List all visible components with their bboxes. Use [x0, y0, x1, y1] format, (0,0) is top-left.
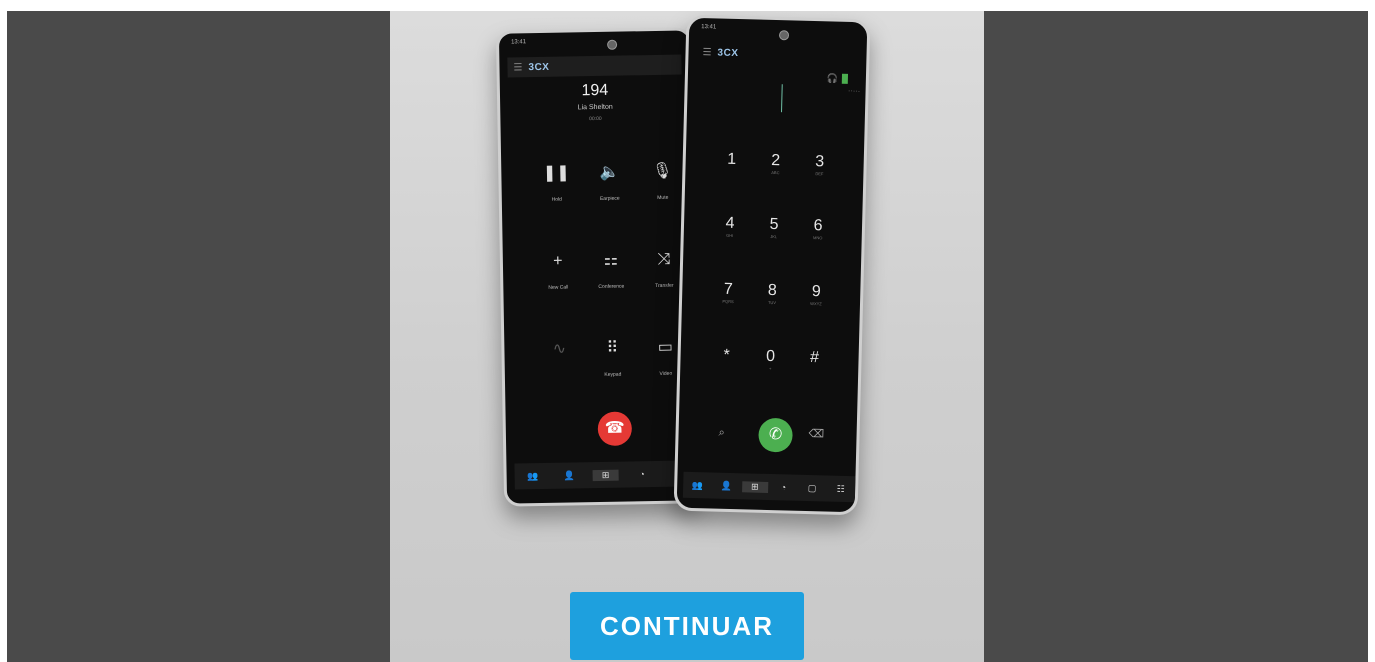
conference-icon: ⚏ — [603, 251, 619, 269]
keypad-icon: ⊞ — [750, 481, 759, 492]
nav-people[interactable]: 👥 — [520, 470, 546, 481]
earpiece-label: Earpiece — [599, 195, 620, 202]
nav-contacts[interactable]: 👤 — [713, 480, 739, 492]
nav-keypad[interactable]: ⊞ — [592, 469, 619, 481]
menu-icon[interactable]: ☰ — [702, 47, 711, 58]
phone-icon: ✆ — [768, 425, 783, 444]
nav-recents[interactable]: ◔ — [770, 482, 796, 493]
earpiece-button[interactable]: 🔈 Earpiece — [584, 161, 635, 202]
key-4[interactable]: 4 GHI — [710, 214, 751, 238]
keypad-icon: ⠿ — [606, 339, 619, 357]
status-line: - - - - - — [848, 87, 860, 94]
call-timer: 00:00 — [589, 115, 602, 123]
search-icon[interactable]: ⌕ — [718, 427, 724, 440]
app-logo: 3CX — [717, 47, 739, 59]
pause-icon: ❚❚ — [542, 164, 570, 182]
bottom-nav: 👥 👤 ⊞ ◔ ▢ — [514, 460, 697, 490]
keypad-icon: ⊞ — [601, 469, 610, 480]
voice-label — [535, 372, 585, 373]
key-star[interactable]: * — [706, 346, 746, 365]
nav-recents[interactable]: ◔ — [629, 469, 655, 479]
app-header: ☰ 3CX — [507, 54, 682, 78]
key-6[interactable]: 6 MNO — [798, 217, 839, 241]
conference-label: Conference — [598, 283, 625, 290]
app-header: ☰ 3CX — [696, 42, 858, 66]
clock-icon: ◔ — [639, 469, 645, 480]
conference-button[interactable]: ⚏ Conference — [586, 249, 637, 290]
status-indicator — [841, 73, 849, 84]
key-3[interactable]: 3 DEF — [799, 153, 840, 177]
nav-more[interactable]: ☷ — [828, 483, 854, 495]
keypad-button[interactable]: ⠿ Keypad — [587, 337, 638, 378]
camera-icon — [778, 30, 790, 41]
key-8[interactable]: 8 TUV — [752, 281, 793, 305]
key-hash[interactable]: # — [794, 349, 834, 368]
hangup-icon: ☎ — [604, 419, 625, 437]
backspace-icon[interactable]: ⌫ — [808, 427, 824, 440]
new-call-button[interactable]: + New Call — [533, 250, 584, 291]
headset-icon: 🎧 — [826, 73, 839, 84]
hangup-button[interactable]: ☎ — [597, 411, 633, 447]
nav-chat[interactable]: ▢ — [799, 482, 825, 494]
key-2[interactable]: 2 ABC — [755, 152, 796, 176]
mute-label: Mute — [657, 194, 669, 201]
menu-icon[interactable]: ☰ — [513, 62, 522, 73]
bottom-nav: 👥 👤 ⊞ ◔ ▢ ☷ — [682, 471, 856, 503]
mic-icon: 🎙 — [652, 162, 673, 181]
voice-icon: ∿ — [552, 340, 567, 358]
call-button[interactable]: ✆ — [758, 417, 793, 453]
key-5[interactable]: 5 JKL — [754, 216, 795, 240]
contacts-icon: 👤 — [720, 480, 732, 491]
status-time: 13:41 — [701, 24, 717, 31]
call-number: 194 — [581, 81, 609, 100]
promo-panel: 13:41 ☰ 3CX 194 Lia Shelton 00:00 ❚❚ Hol… — [390, 11, 984, 662]
dial-input-cursor[interactable] — [781, 84, 783, 113]
camera-icon — [607, 39, 618, 50]
new-call-label: New Call — [548, 284, 569, 291]
speaker-icon: 🔈 — [599, 163, 620, 181]
mute-button[interactable]: 🎙 Mute — [637, 160, 688, 201]
hold-label: Hold — [551, 196, 563, 203]
status-time: 13:41 — [511, 39, 527, 46]
plus-icon: + — [553, 252, 563, 270]
hold-button[interactable]: ❚❚ Hold — [531, 162, 582, 203]
nav-keypad[interactable]: ⊞ — [741, 480, 768, 493]
continue-button[interactable]: CONTINUAR — [570, 592, 804, 660]
phone-dialer-screen: 13:41 ☰ 3CX 🎧 - - - - - 1 2 ABC 3 DEF 4 GHI… — [673, 14, 871, 516]
key-1[interactable]: 1 — [712, 150, 752, 169]
key-9[interactable]: 9 WXYZ — [796, 283, 837, 307]
nav-people[interactable]: 👥 — [684, 479, 710, 491]
keypad-label: Keypad — [604, 371, 622, 378]
voice-button: ∿ — [534, 338, 585, 373]
people-icon: 👥 — [691, 479, 704, 490]
nav-contacts[interactable]: 👤 — [556, 470, 582, 481]
app-logo: 3CX — [528, 61, 550, 73]
key-7[interactable]: 7 PQRS — [708, 280, 749, 304]
clock-icon: ◔ — [780, 482, 787, 493]
key-0[interactable]: 0 + — [750, 347, 791, 371]
contacts-icon: 👤 — [563, 469, 575, 481]
chat-icon: ▢ — [807, 482, 817, 493]
people-icon: 👥 — [527, 470, 539, 481]
voicemail-icon: ☷ — [836, 483, 845, 494]
phone-incall-screen: 13:41 ☰ 3CX 194 Lia Shelton 00:00 ❚❚ Hol… — [495, 27, 701, 507]
caller-name: Lia Shelton — [577, 103, 613, 112]
